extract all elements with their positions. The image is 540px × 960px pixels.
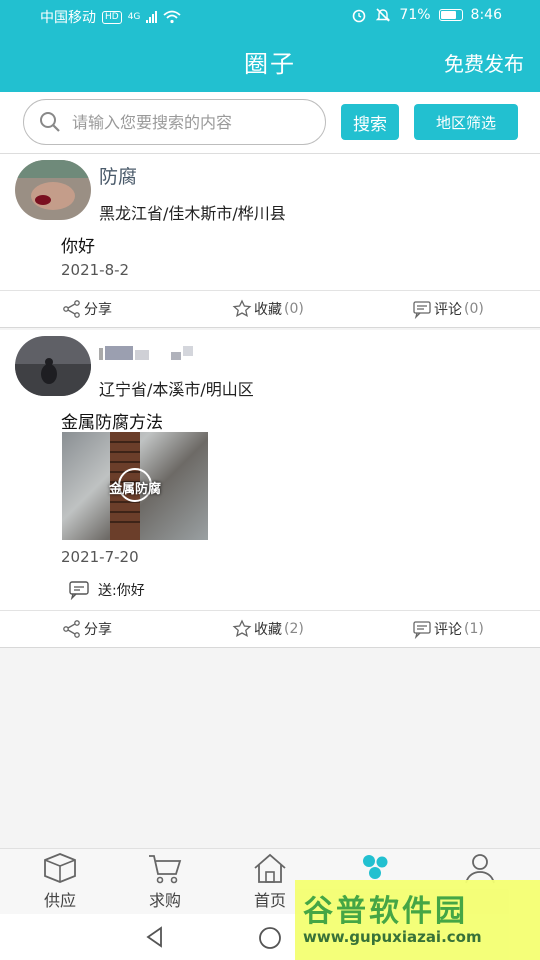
author-location: 辽宁省/本溪市/明山区 xyxy=(99,380,254,399)
battery-percent: 71% xyxy=(399,7,431,23)
post-actions: 分享 收藏 (0) 评论 (0) xyxy=(0,290,540,328)
home-circle-icon[interactable] xyxy=(258,926,282,950)
share-button[interactable]: 分享 xyxy=(62,299,112,319)
top-bar: 中国移动 HD 4G 71% 8:46 圈子 免费发布 xyxy=(0,0,540,92)
watermark-url: www.gupuxiazai.com xyxy=(303,928,482,946)
author-name[interactable]: 防腐 xyxy=(99,162,137,189)
favorite-button[interactable]: 收藏 (0) xyxy=(232,299,304,319)
post-date: 2021-8-2 xyxy=(61,261,130,279)
avatar[interactable] xyxy=(15,336,91,396)
avatar-image xyxy=(15,336,91,396)
star-icon xyxy=(232,299,252,317)
comment-label: 评论 xyxy=(434,302,462,318)
favorite-label: 收藏 xyxy=(254,622,282,638)
search-input[interactable] xyxy=(70,111,310,133)
share-icon xyxy=(63,300,80,318)
post-actions: 分享 收藏 (2) 评论 (1) xyxy=(0,610,540,648)
post-item[interactable]: 防腐 黑龙江省/佳木斯市/桦川县 你好 2021-8-2 分享 收藏 (0) 评… xyxy=(0,154,540,328)
favorite-label: 收藏 xyxy=(254,302,282,318)
region-filter-button[interactable]: 地区筛选 xyxy=(414,104,518,140)
author-name[interactable] xyxy=(99,342,199,367)
star-icon xyxy=(232,619,252,637)
comment-icon xyxy=(69,581,89,600)
mute-icon xyxy=(376,8,391,22)
search-icon xyxy=(40,112,60,132)
favorite-count: (0) xyxy=(284,301,304,317)
cart-icon xyxy=(149,855,182,884)
home-icon xyxy=(254,853,286,883)
wifi-icon xyxy=(163,10,181,24)
share-icon xyxy=(63,620,80,638)
status-bar: 中国移动 HD 4G 71% 8:46 xyxy=(0,0,540,32)
nav-label: 供应 xyxy=(43,891,76,910)
nav-label: 求购 xyxy=(148,891,181,910)
carrier-name: 中国移动 xyxy=(40,10,96,26)
share-button[interactable]: 分享 xyxy=(62,619,112,639)
author-location: 黑龙江省/佳木斯市/桦川县 xyxy=(99,204,286,223)
network-type: 4G xyxy=(127,12,141,22)
share-label: 分享 xyxy=(84,622,112,638)
blurred-name xyxy=(99,346,193,360)
publish-button[interactable]: 免费发布 xyxy=(444,48,524,77)
comment-icon xyxy=(413,301,431,319)
comment-text: 送:你好 xyxy=(98,583,145,599)
hd-badge: HD xyxy=(102,10,122,24)
battery-icon xyxy=(438,9,463,21)
avatar[interactable] xyxy=(15,160,91,220)
search-bar: 搜索 地区筛选 xyxy=(0,92,540,154)
watermark: 谷普软件园 www.gupuxiazai.com xyxy=(295,880,540,960)
nav-purchase[interactable]: 求购 xyxy=(120,851,210,911)
back-icon[interactable] xyxy=(145,926,165,948)
comment-icon xyxy=(413,621,431,639)
watermark-title: 谷普软件园 xyxy=(303,894,468,929)
share-label: 分享 xyxy=(84,302,112,318)
signal-icon xyxy=(146,11,158,23)
comment-label: 评论 xyxy=(434,622,462,638)
comment-button[interactable]: 评论 (0) xyxy=(412,299,484,319)
favorite-button[interactable]: 收藏 (2) xyxy=(232,619,304,639)
favorite-count: (2) xyxy=(284,621,304,637)
comment-preview[interactable]: 送:你好 xyxy=(68,580,145,600)
clock: 8:46 xyxy=(470,7,502,23)
alarm-icon xyxy=(353,9,366,23)
post-item[interactable]: 辽宁省/本溪市/明山区 金属防腐方法 金属防腐 2021-7-20 送:你好 分… xyxy=(0,330,540,648)
video-thumbnail[interactable]: 金属防腐 xyxy=(62,432,208,540)
box-icon xyxy=(44,853,76,883)
thumbnail-caption: 金属防腐 xyxy=(108,482,161,497)
comment-count: (1) xyxy=(464,621,484,637)
nav-supply[interactable]: 供应 xyxy=(15,851,105,911)
post-date: 2021-7-20 xyxy=(61,548,139,566)
comment-button[interactable]: 评论 (1) xyxy=(412,619,484,639)
search-box[interactable] xyxy=(23,99,326,145)
post-content: 金属防腐方法 xyxy=(61,413,163,433)
search-button[interactable]: 搜索 xyxy=(341,104,399,140)
post-content: 你好 xyxy=(61,237,95,257)
comment-count: (0) xyxy=(464,301,484,317)
avatar-image xyxy=(15,160,91,220)
